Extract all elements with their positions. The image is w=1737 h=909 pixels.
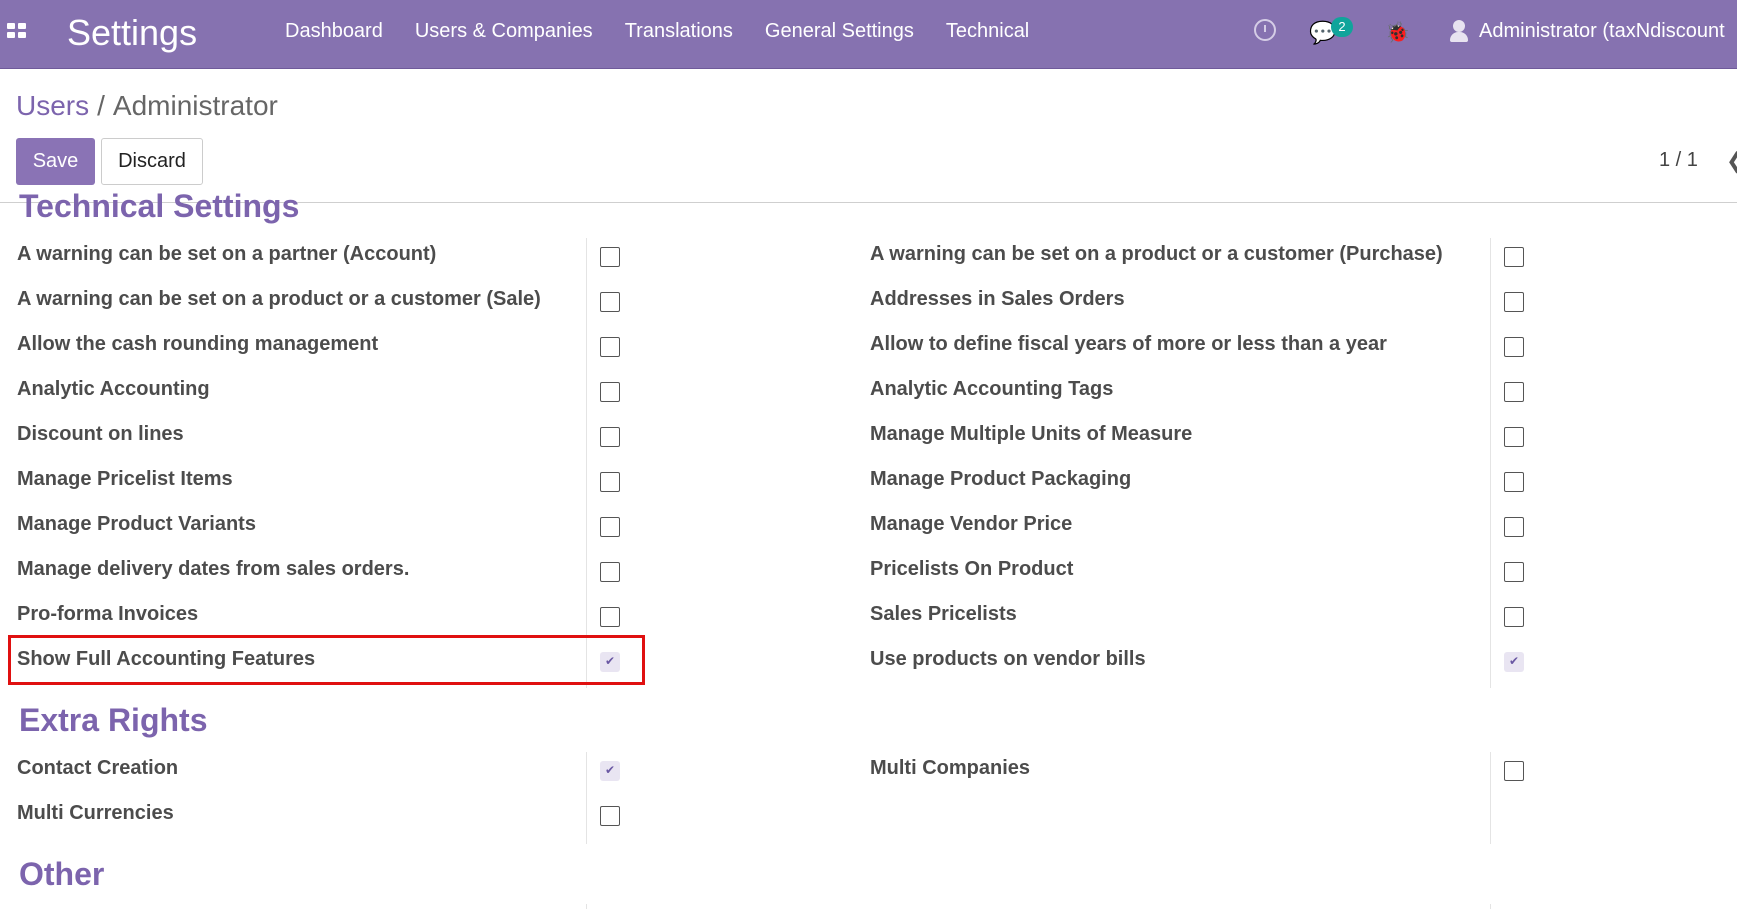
column-divider — [1490, 238, 1491, 688]
field-label: Analytic Accounting — [17, 378, 210, 400]
field-label: Sales Pricelists — [870, 603, 1017, 625]
field-label: Manage Vendor Price — [870, 513, 1073, 535]
checkbox[interactable] — [600, 562, 620, 582]
checkbox[interactable] — [1504, 247, 1524, 267]
user-avatar-icon[interactable] — [1449, 20, 1469, 42]
menu-translations[interactable]: Translations — [625, 20, 733, 43]
menu-general-settings[interactable]: General Settings — [765, 20, 914, 43]
field-label: Manage Product Packaging — [870, 468, 1132, 490]
main-menu: Dashboard Users & Companies Translations… — [285, 20, 1061, 43]
user-menu[interactable]: Administrator (taxNdiscount — [1479, 20, 1725, 43]
section-extra-rights: Extra Rights — [19, 702, 208, 738]
checkbox[interactable] — [1504, 607, 1524, 627]
breadcrumb-current: Administrator — [112, 90, 278, 121]
field-label: Contact Creation — [17, 757, 179, 779]
checkbox[interactable] — [600, 337, 620, 357]
checked-checkbox[interactable] — [1504, 652, 1524, 672]
chat-count-badge: 2 — [1331, 17, 1353, 37]
checkbox[interactable] — [1504, 427, 1524, 447]
checkbox[interactable] — [600, 247, 620, 267]
column-divider — [586, 752, 587, 844]
field-label: Addresses in Sales Orders — [870, 288, 1125, 310]
control-panel: Users /Administrator Save Discard 1 / 1 ❮ — [0, 70, 1737, 203]
field-label: Pricelists On Product — [870, 558, 1074, 580]
field-label: Manage Product Variants — [17, 513, 256, 535]
field-label: Manage Pricelist Items — [17, 468, 233, 490]
checkbox[interactable] — [1504, 337, 1524, 357]
checkbox[interactable] — [600, 806, 620, 826]
checkbox[interactable] — [600, 427, 620, 447]
discard-button[interactable]: Discard — [101, 138, 203, 185]
apps-menu-icon[interactable] — [7, 23, 27, 39]
checkbox[interactable] — [1504, 761, 1524, 781]
activity-clock-icon[interactable] — [1254, 19, 1276, 41]
pager-previous-icon[interactable]: ❮ — [1726, 148, 1737, 174]
breadcrumb: Users / Administrator — [16, 90, 278, 122]
debug-bug-icon[interactable]: 🐞 — [1385, 20, 1410, 45]
field-label: Analytic Accounting Tags — [870, 378, 1114, 400]
column-divider — [586, 904, 587, 909]
checkbox[interactable] — [600, 382, 620, 402]
app-title: Settings — [67, 12, 198, 53]
checkbox[interactable] — [1504, 517, 1524, 537]
column-divider — [1490, 752, 1491, 844]
checkbox[interactable] — [600, 607, 620, 627]
save-button[interactable]: Save — [16, 138, 95, 185]
checkbox[interactable] — [600, 472, 620, 492]
checkbox[interactable] — [600, 292, 620, 312]
checkbox[interactable] — [600, 517, 620, 537]
pager-counter[interactable]: 1 / 1 — [1659, 149, 1698, 172]
checkbox[interactable] — [1504, 292, 1524, 312]
field-label: Use products on vendor bills — [870, 648, 1146, 670]
field-label: Multi Currencies — [17, 802, 174, 824]
checked-checkbox[interactable] — [600, 761, 620, 781]
breadcrumb-users-link[interactable]: Users — [16, 90, 89, 121]
field-label: A warning can be set on a product or a c… — [17, 288, 541, 310]
checkbox[interactable] — [1504, 382, 1524, 402]
field-label: A warning can be set on a product or a c… — [870, 243, 1443, 265]
field-label: Pro-forma Invoices — [17, 603, 199, 625]
field-label: A warning can be set on a partner (Accou… — [17, 243, 437, 265]
column-divider — [1490, 904, 1491, 909]
field-label: Allow the cash rounding management — [17, 333, 379, 355]
section-technical-settings: Technical Settings — [19, 188, 300, 224]
field-label: Discount on lines — [17, 423, 184, 445]
field-label: Allow to define fiscal years of more or … — [870, 333, 1387, 355]
breadcrumb-separator: / — [97, 90, 105, 121]
checkbox[interactable] — [1504, 472, 1524, 492]
menu-users-companies[interactable]: Users & Companies — [415, 20, 593, 43]
menu-dashboard[interactable]: Dashboard — [285, 20, 383, 43]
menu-technical[interactable]: Technical — [946, 20, 1029, 43]
highlight-box — [8, 635, 645, 685]
field-label: Multi Companies — [870, 757, 1031, 779]
field-label: Manage delivery dates from sales orders. — [17, 558, 410, 580]
checkbox[interactable] — [1504, 562, 1524, 582]
field-label: Manage Multiple Units of Measure — [870, 423, 1193, 445]
section-other: Other — [19, 856, 105, 892]
column-divider — [586, 238, 587, 688]
top-navbar: Settings Dashboard Users & Companies Tra… — [0, 0, 1737, 69]
